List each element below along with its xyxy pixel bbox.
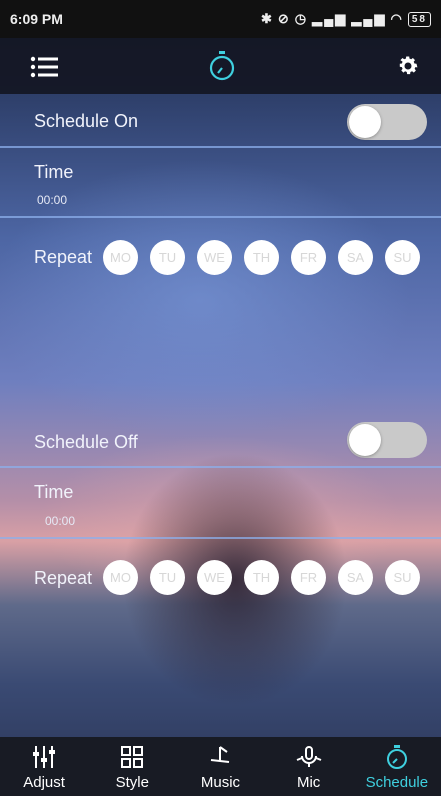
- signal-icon: ▂▄▆: [351, 11, 387, 26]
- tab-schedule[interactable]: Schedule: [353, 737, 441, 796]
- battery-icon: 58: [407, 11, 431, 27]
- schedule-on-repeat-label: Repeat: [34, 247, 93, 267]
- divider: [0, 146, 441, 148]
- day-button-th[interactable]: TH: [244, 240, 279, 275]
- alarm-icon: ◷: [294, 11, 309, 26]
- status-bar: 6:09 PM ✱ ⊘ ◷ ▂▄▆ ▂▄▆ ◠ 58: [0, 0, 441, 38]
- divider: [0, 216, 441, 218]
- bottom-tab-bar: Adjust Style Music Mic Schedule: [0, 737, 441, 796]
- tab-label: Mic: [296, 774, 321, 791]
- schedule-off-toggle[interactable]: [347, 422, 427, 458]
- day-button-fr[interactable]: FR: [291, 240, 326, 275]
- tab-label: Style: [115, 774, 149, 791]
- tab-style[interactable]: Style: [88, 737, 176, 796]
- toggle-knob: [349, 106, 381, 138]
- status-time: 6:09 PM: [10, 11, 63, 27]
- schedule-off-label: Schedule Off: [34, 432, 138, 452]
- schedule-off-time-label: Time: [34, 482, 74, 502]
- wifi-icon: ◠: [390, 11, 404, 26]
- schedule-on-toggle[interactable]: [347, 104, 427, 140]
- divider: [0, 537, 441, 539]
- menu-icon[interactable]: [30, 56, 60, 78]
- timer-icon: [209, 51, 235, 81]
- day-button-sa[interactable]: SA: [338, 240, 373, 275]
- day-button-tu[interactable]: TU: [150, 240, 185, 275]
- tab-adjust[interactable]: Adjust: [0, 737, 88, 796]
- day-button-mo[interactable]: MO: [103, 560, 138, 595]
- tab-label: Music: [200, 774, 241, 791]
- schedule-on-time-value[interactable]: 00:00: [37, 193, 67, 207]
- day-button-we[interactable]: WE: [197, 560, 232, 595]
- divider: [0, 466, 441, 468]
- day-button-mo[interactable]: MO: [103, 240, 138, 275]
- schedule-on-time-label: Time: [34, 162, 74, 182]
- day-button-su[interactable]: SU: [385, 240, 420, 275]
- schedule-off-repeat-label: Repeat: [34, 568, 93, 588]
- signal-icon: ▂▄▆: [312, 11, 348, 26]
- music-note-icon: [211, 746, 230, 763]
- gear-icon[interactable]: [396, 54, 420, 78]
- top-app-bar: [0, 38, 441, 94]
- schedule-off-days: MO TU WE TH FR SA SU: [103, 560, 420, 595]
- grid-icon: [121, 746, 144, 768]
- day-button-tu[interactable]: TU: [150, 560, 185, 595]
- day-button-sa[interactable]: SA: [338, 560, 373, 595]
- tab-music[interactable]: Music: [176, 737, 264, 796]
- tab-mic[interactable]: Mic: [265, 737, 353, 796]
- schedule-on-days: MO TU WE TH FR SA SU: [103, 240, 420, 275]
- tab-label: Schedule: [365, 774, 429, 791]
- status-icons: ✱ ⊘ ◷ ▂▄▆ ▂▄▆ ◠ 58: [261, 11, 431, 27]
- day-button-fr[interactable]: FR: [291, 560, 326, 595]
- schedule-off-time-value[interactable]: 00:00: [45, 514, 75, 528]
- schedule-on-label: Schedule On: [34, 111, 139, 131]
- microphone-icon: [296, 746, 322, 767]
- day-button-su[interactable]: SU: [385, 560, 420, 595]
- alarm-off-icon: ⊘: [277, 11, 291, 26]
- tab-label: Adjust: [23, 774, 65, 791]
- sliders-icon: [33, 746, 56, 768]
- timer-icon: [386, 745, 407, 769]
- bluetooth-icon: ✱: [260, 11, 274, 26]
- day-button-we[interactable]: WE: [197, 240, 232, 275]
- toggle-knob: [349, 424, 381, 456]
- day-button-th[interactable]: TH: [244, 560, 279, 595]
